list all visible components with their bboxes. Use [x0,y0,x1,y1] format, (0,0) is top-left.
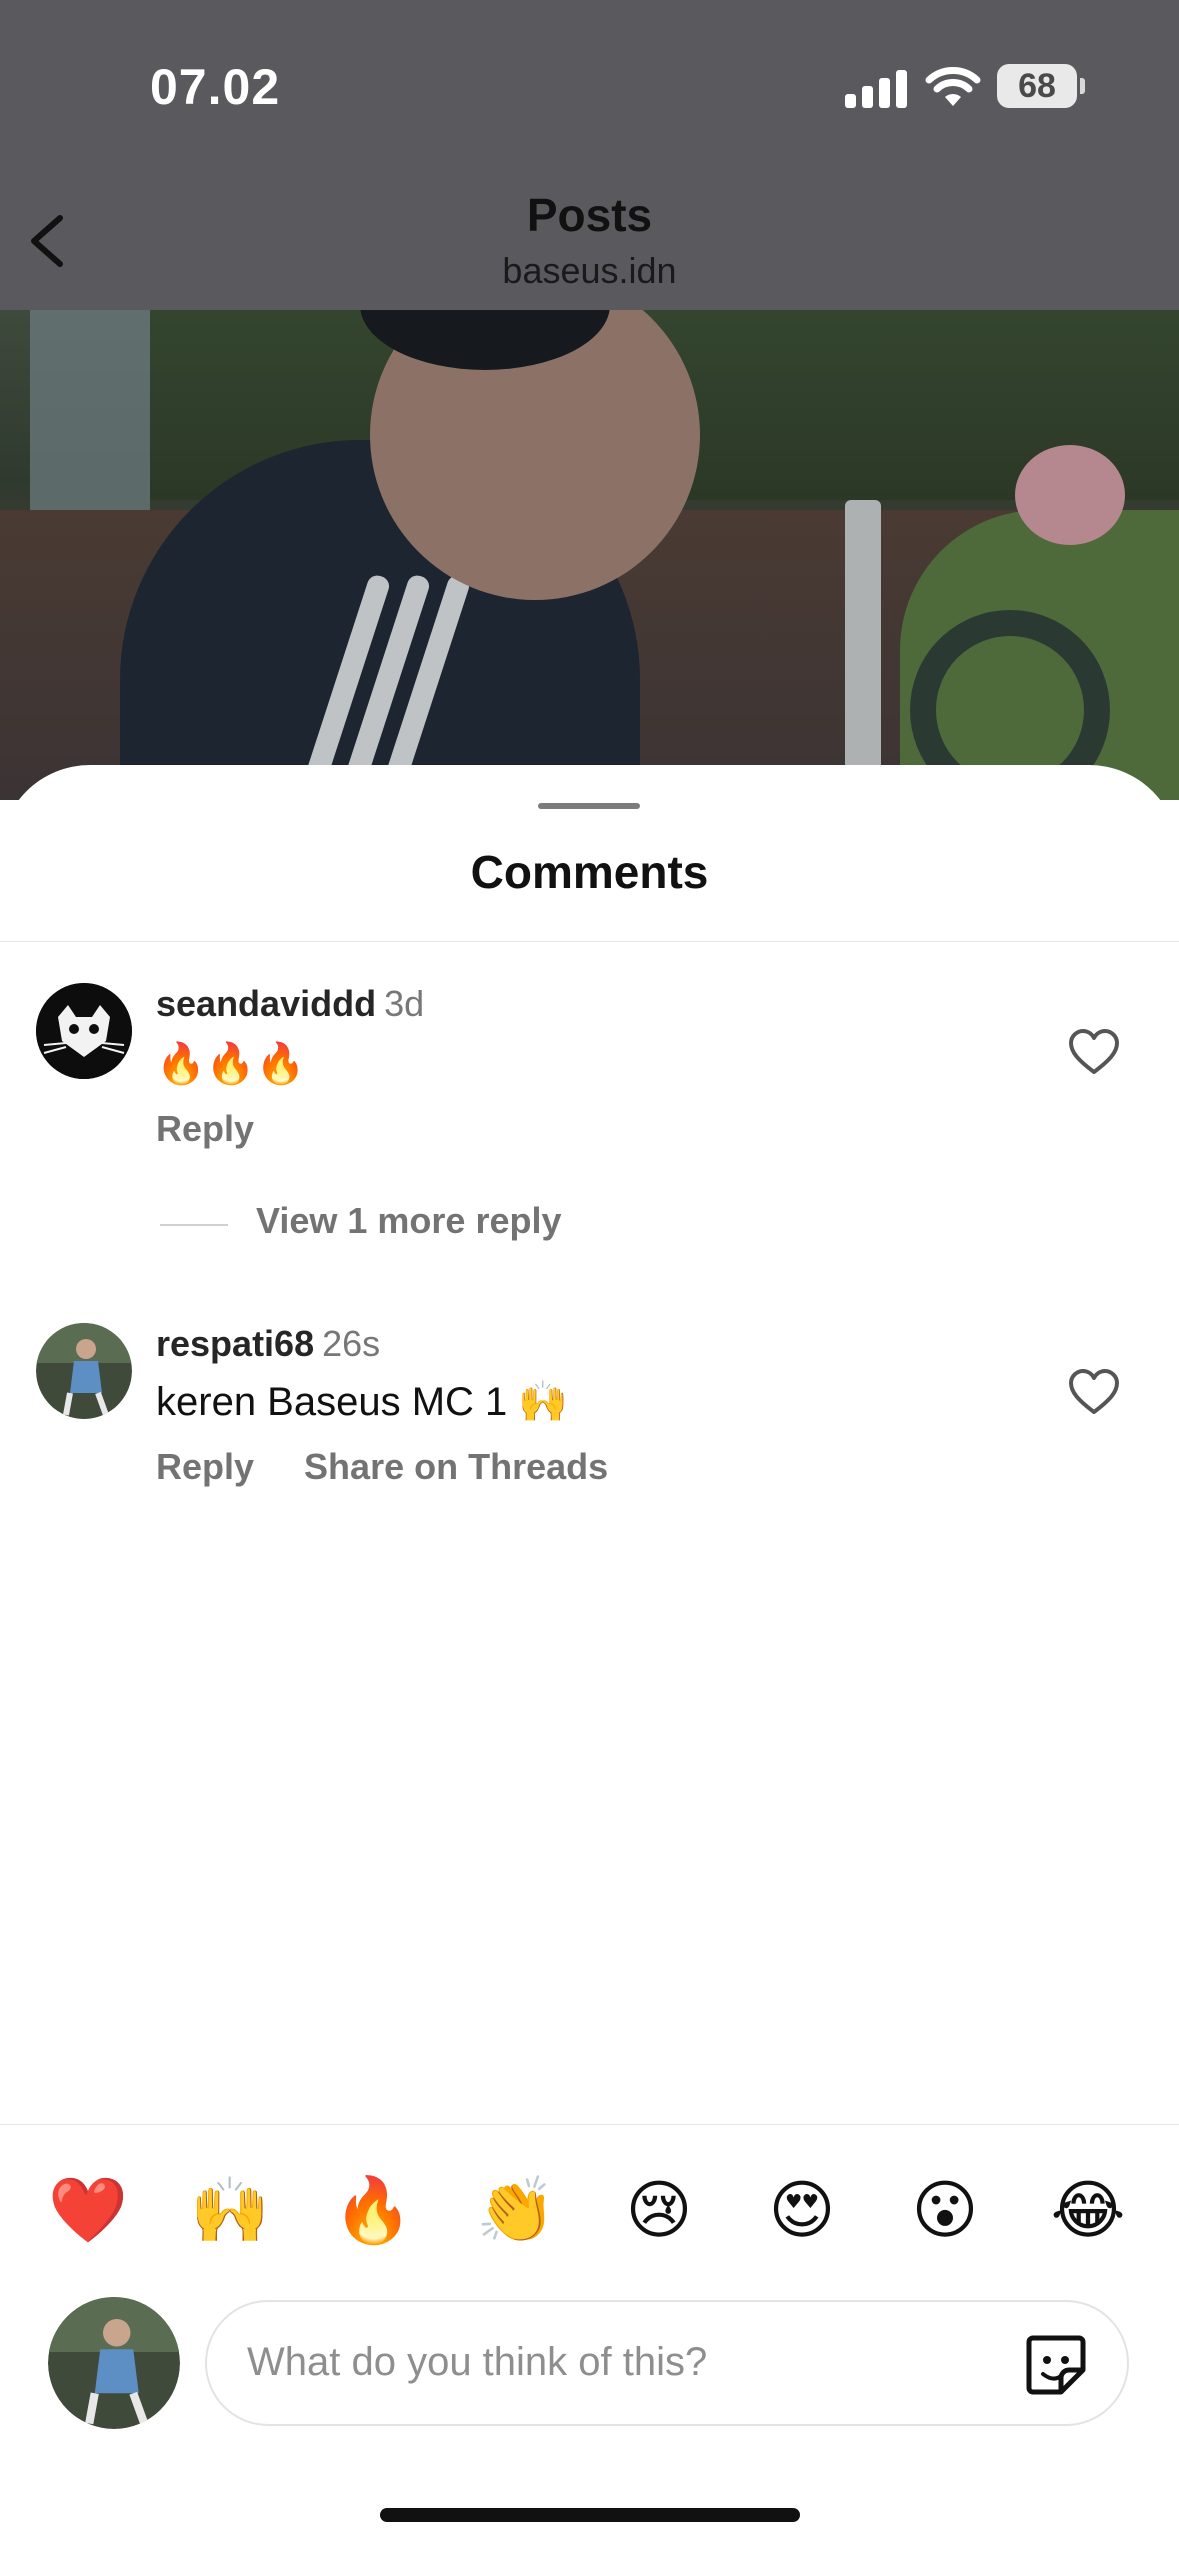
reaction-heart[interactable]: ❤️ [48,2170,128,2250]
view-more-replies[interactable]: View 1 more reply [160,1200,760,1250]
comment-time: 3d [384,983,425,1024]
reply-button[interactable]: Reply [156,1108,254,1149]
quick-reactions-bar: ❤️ 🙌 🔥 👏 😢 😍 😮 😂 [0,2170,1179,2250]
comment-actions: Reply Share on Threads [156,1446,658,1488]
comment-header: respati68 26s [156,1323,380,1365]
divider [0,941,1179,942]
reaction-raised-hands[interactable]: 🙌 [190,2170,270,2250]
reaction-crying[interactable]: 😢 [619,2170,699,2250]
comment-header: seandaviddd 3d [156,983,424,1025]
avatar [48,2297,180,2429]
reaction-laughing[interactable]: 😂 [1048,2170,1128,2250]
comment-username[interactable]: respati68 [156,1323,314,1364]
comment-text: 🔥🔥🔥 [156,1042,306,1086]
background-overlay: 07.02 68 Posts baseus.idn [0,0,1179,800]
reply-button[interactable]: Reply [156,1446,254,1487]
share-on-threads-button[interactable]: Share on Threads [304,1446,608,1487]
view-replies-label[interactable]: View 1 more reply [256,1200,562,1242]
nav-header: Posts baseus.idn [0,170,1179,310]
page-subtitle: baseus.idn [502,250,677,291]
reaction-fire[interactable]: 🔥 [333,2170,413,2250]
page-title: Posts [526,189,653,241]
heart-outline-icon[interactable] [1068,1028,1120,1076]
reaction-surprised[interactable]: 😮 [905,2170,985,2250]
home-indicator[interactable] [380,2508,800,2522]
comment-username[interactable]: seandaviddd [156,983,376,1024]
battery-indicator: 68 [997,64,1077,108]
post-image [0,310,1179,800]
battery-tip [1080,78,1085,94]
divider [0,2124,1179,2125]
status-time: 07.02 [150,59,281,115]
avatar[interactable] [36,1323,132,1419]
cellular-signal-icon [845,70,907,108]
wifi-icon [925,67,981,106]
sheet-title: Comments [470,846,709,898]
heart-outline-icon[interactable] [1068,1368,1120,1416]
comment-text: keren Baseus MC 1 🙌 [156,1380,569,1424]
avatar[interactable] [36,983,132,1079]
comment-actions: Reply [156,1108,304,1150]
comments-sheet: Comments [0,765,1179,2556]
comment-input[interactable]: What do you think of this? [205,2300,1129,2426]
reaction-clap[interactable]: 👏 [476,2170,556,2250]
sticker-icon[interactable] [1021,2330,1091,2400]
comment-time: 26s [322,1323,381,1364]
comment-input-placeholder: What do you think of this? [247,2340,708,2384]
reply-thread-line [160,1224,228,1226]
sheet-grabber[interactable] [538,803,640,809]
reaction-heart-eyes[interactable]: 😍 [762,2170,842,2250]
comment-composer: What do you think of this? [0,2295,1179,2435]
status-bar: 07.02 68 [0,0,1179,170]
